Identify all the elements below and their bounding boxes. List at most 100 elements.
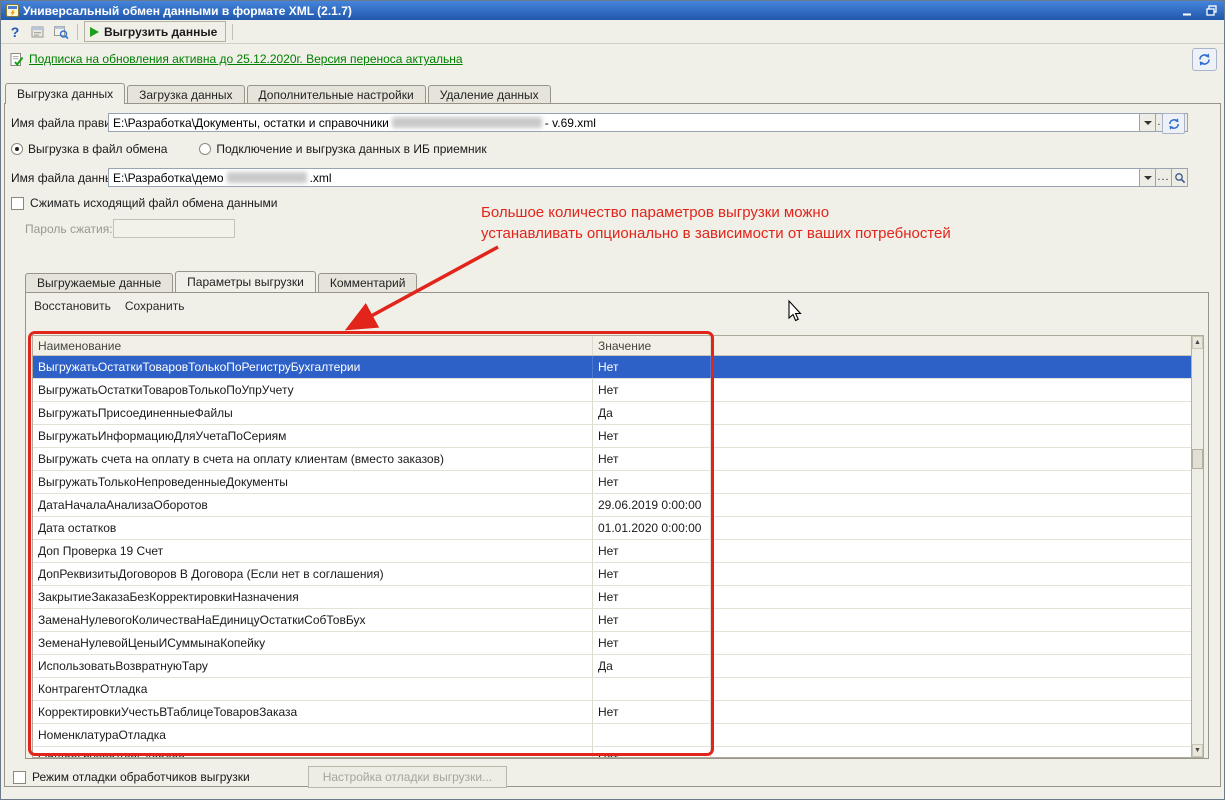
- scroll-track[interactable]: [1192, 349, 1203, 744]
- table-row[interactable]: ВыгружатьОстаткиТоваровТолькоПоУпрУчетуН…: [33, 379, 1191, 402]
- param-name-cell[interactable]: ОбщаяГруппаДляСкладов: [33, 747, 593, 757]
- param-name-cell[interactable]: ВыгружатьИнформациюДляУчетаПоСериям: [33, 425, 593, 447]
- param-value-cell[interactable]: Нет: [593, 356, 711, 378]
- param-name-cell[interactable]: НоменклатураОтладка: [33, 724, 593, 746]
- param-value-cell[interactable]: Нет: [593, 747, 711, 757]
- table-row[interactable]: ДатаНачалаАнализаОборотов29.06.2019 0:00…: [33, 494, 1191, 517]
- param-name-cell[interactable]: КорректировкиУчестьВТаблицеТоваровЗаказа: [33, 701, 593, 723]
- save-values-button[interactable]: Сохранить: [125, 299, 185, 313]
- row-filler-cell: [711, 402, 1191, 424]
- param-value-cell[interactable]: Нет: [593, 586, 711, 608]
- table-row[interactable]: ВыгружатьПрисоединенныеФайлыДа: [33, 402, 1191, 425]
- tab-exported-data[interactable]: Выгружаемые данные: [25, 273, 173, 292]
- table-row[interactable]: ЗакрытиеЗаказаБезКорректировкиНазначения…: [33, 586, 1191, 609]
- param-name-cell[interactable]: ИспользоватьВозвратнуюТару: [33, 655, 593, 677]
- row-filler-cell: [711, 563, 1191, 585]
- param-value-cell[interactable]: Нет: [593, 563, 711, 585]
- table-row[interactable]: ИспользоватьВозвратнуюТаруДа: [33, 655, 1191, 678]
- ellipsis-icon: ...: [1157, 172, 1169, 183]
- restore-button[interactable]: [1203, 4, 1219, 18]
- table-row[interactable]: Дата остатков01.01.2020 0:00:00: [33, 517, 1191, 540]
- subscription-link[interactable]: Подписка на обновления активна до 25.12.…: [29, 52, 463, 66]
- param-value-cell[interactable]: [593, 678, 711, 700]
- param-value-cell[interactable]: Нет: [593, 471, 711, 493]
- param-value-cell[interactable]: 01.01.2020 0:00:00: [593, 517, 711, 539]
- rules-file-path-prefix: E:\Разработка\Документы, остатки и справ…: [113, 116, 389, 130]
- debug-settings-button[interactable]: Настройка отладки выгрузки...: [308, 766, 507, 788]
- table-row[interactable]: Выгружать счета на оплату в счета на опл…: [33, 448, 1191, 471]
- param-value-cell[interactable]: Да: [593, 402, 711, 424]
- compress-checkbox[interactable]: [11, 197, 24, 210]
- export-to-ib-radio[interactable]: [199, 143, 211, 155]
- form-button[interactable]: [28, 22, 48, 42]
- tab-delete-data[interactable]: Удаление данных: [428, 85, 551, 104]
- tab-import-data[interactable]: Загрузка данных: [127, 85, 244, 104]
- tab-export-parameters[interactable]: Параметры выгрузки: [175, 271, 316, 292]
- row-filler-cell: [711, 609, 1191, 631]
- table-row[interactable]: КорректировкиУчестьВТаблицеТоваровЗаказа…: [33, 701, 1191, 724]
- refresh-button[interactable]: [1192, 48, 1217, 71]
- row-filler-cell: [711, 655, 1191, 677]
- table-row[interactable]: ВыгружатьТолькоНепроведенныеДокументыНет: [33, 471, 1191, 494]
- table-row[interactable]: Доп Проверка 19 СчетНет: [33, 540, 1191, 563]
- form-search-button[interactable]: [51, 22, 71, 42]
- param-name-cell[interactable]: КонтрагентОтладка: [33, 678, 593, 700]
- help-button[interactable]: ?: [5, 22, 25, 42]
- param-value-cell[interactable]: Нет: [593, 632, 711, 654]
- param-name-cell[interactable]: ЗаменаНулевогоКоличестваНаЕдиницуОстатки…: [33, 609, 593, 631]
- tab-additional-settings[interactable]: Дополнительные настройки: [247, 85, 426, 104]
- table-row[interactable]: ЗаменаНулевогоКоличестваНаЕдиницуОстатки…: [33, 609, 1191, 632]
- table-row[interactable]: ОбщаяГруппаДляСкладовНет: [33, 747, 1191, 757]
- param-name-cell[interactable]: ВыгружатьПрисоединенныеФайлы: [33, 402, 593, 424]
- rules-file-input[interactable]: E:\Разработка\Документы, остатки и справ…: [108, 113, 1140, 132]
- param-name-cell[interactable]: ЗеменаНулевойЦеныИСуммынаКопейку: [33, 632, 593, 654]
- param-name-cell[interactable]: Дата остатков: [33, 517, 593, 539]
- scroll-down-button[interactable]: ▼: [1192, 744, 1203, 757]
- table-row[interactable]: НоменклатураОтладка: [33, 724, 1191, 747]
- data-file-browse-button[interactable]: ...: [1155, 168, 1172, 187]
- param-value-cell[interactable]: Нет: [593, 701, 711, 723]
- reload-rules-button[interactable]: [1162, 113, 1185, 134]
- param-name-cell[interactable]: ВыгружатьОстаткиТоваровТолькоПоУпрУчету: [33, 379, 593, 401]
- param-name-cell[interactable]: Выгружать счета на оплату в счета на опл…: [33, 448, 593, 470]
- rules-file-dropdown-button[interactable]: [1139, 113, 1156, 132]
- subscription-row: Подписка на обновления активна до 25.12.…: [9, 49, 463, 69]
- export-to-file-radio[interactable]: [11, 143, 23, 155]
- vertical-scrollbar[interactable]: ▲ ▼: [1191, 336, 1203, 757]
- param-name-cell[interactable]: ЗакрытиеЗаказаБезКорректировкиНазначения: [33, 586, 593, 608]
- param-name-cell[interactable]: ВыгружатьОстаткиТоваровТолькоПоРегиструБ…: [33, 356, 593, 378]
- data-file-input[interactable]: E:\Разработка\демо .xml: [108, 168, 1140, 187]
- param-value-cell[interactable]: Да: [593, 655, 711, 677]
- row-filler-cell: [711, 517, 1191, 539]
- column-header-value[interactable]: Значение: [593, 336, 711, 355]
- minimize-button[interactable]: [1179, 4, 1195, 18]
- data-file-dropdown-button[interactable]: [1139, 168, 1156, 187]
- param-value-cell[interactable]: Нет: [593, 609, 711, 631]
- window-title: Универсальный обмен данными в формате XM…: [23, 4, 1179, 18]
- param-value-cell[interactable]: 29.06.2019 0:00:00: [593, 494, 711, 516]
- param-value-cell[interactable]: [593, 724, 711, 746]
- param-name-cell[interactable]: ДатаНачалаАнализаОборотов: [33, 494, 593, 516]
- table-row[interactable]: КонтрагентОтладка: [33, 678, 1191, 701]
- param-value-cell[interactable]: Нет: [593, 540, 711, 562]
- param-value-cell[interactable]: Нет: [593, 425, 711, 447]
- param-name-cell[interactable]: ДопРеквизитыДоговоров В Договора (Если н…: [33, 563, 593, 585]
- param-value-cell[interactable]: Нет: [593, 379, 711, 401]
- column-header-name[interactable]: Наименование: [33, 336, 593, 355]
- table-row[interactable]: ВыгружатьОстаткиТоваровТолькоПоРегиструБ…: [33, 356, 1191, 379]
- tab-comment[interactable]: Комментарий: [318, 273, 418, 292]
- table-row[interactable]: ВыгружатьИнформациюДляУчетаПоСериямНет: [33, 425, 1191, 448]
- tab-export-data[interactable]: Выгрузка данных: [5, 83, 125, 104]
- data-file-open-button[interactable]: [1171, 168, 1188, 187]
- param-name-cell[interactable]: ВыгружатьТолькоНепроведенныеДокументы: [33, 471, 593, 493]
- scroll-up-button[interactable]: ▲: [1192, 336, 1203, 349]
- password-label: Пароль сжатия:: [25, 222, 113, 236]
- restore-values-button[interactable]: Восстановить: [34, 299, 111, 313]
- param-value-cell[interactable]: Нет: [593, 448, 711, 470]
- scroll-thumb[interactable]: [1192, 449, 1203, 469]
- run-export-button[interactable]: Выгрузить данные: [84, 21, 226, 42]
- param-name-cell[interactable]: Доп Проверка 19 Счет: [33, 540, 593, 562]
- table-row[interactable]: ДопРеквизитыДоговоров В Договора (Если н…: [33, 563, 1191, 586]
- debug-mode-checkbox[interactable]: [13, 771, 26, 784]
- table-row[interactable]: ЗеменаНулевойЦеныИСуммынаКопейкуНет: [33, 632, 1191, 655]
